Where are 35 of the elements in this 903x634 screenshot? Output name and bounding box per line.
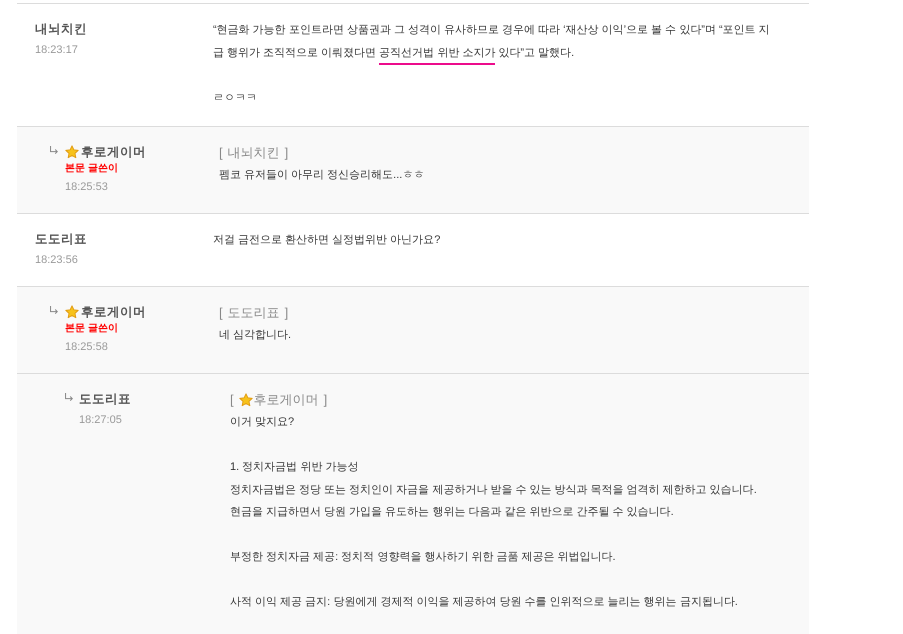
comment-text: 이거 맞지요? [230,415,296,430]
close-bracket: ] [324,390,328,409]
open-bracket: [ [219,144,223,162]
writer-label: 본문 글쓴이 [65,162,118,176]
reply-arrow-icon [65,393,73,401]
comment-time: 18:23:56 [35,253,78,268]
comment-time: 18:25:53 [65,180,108,195]
comment-time: 18:25:58 [65,340,108,355]
comment-text: 1. 정치자금법 위반 가능성 [230,460,360,475]
comment-text: “현금화 가능한 포인트라면 상품권과 그 성격이 유사하므로 경우에 따라 ‘재산상 이익’으로 볼 수 있다”며 “포인트 지급 행위가 조직적으로 이뤄졌다면 공직선거법 위반 소지가 있다”고 말했다. [213,19,775,64]
author-name: 후로게이머 [81,304,146,321]
comment-time: 18:23:17 [35,43,78,58]
reply-target-name: 후로게이머 [254,390,319,409]
open-bracket: [ [219,304,223,322]
author-name: 내뇌치킨 [35,21,87,38]
comment-text: 저걸 금전으로 환산하면 실정법위반 아닌가요? [213,233,442,248]
reply-arrow-icon [50,306,58,314]
comment-text: 펨코 유저들이 아무리 정신승리해도...ㅎㅎ [219,168,426,183]
close-bracket: ] [284,304,288,322]
comment-text: 부정한 정치자금 제공: 정치적 영향력을 행사하기 위한 금품 제공은 위법입니다. [230,550,617,565]
open-bracket: [ [230,390,234,409]
reply-target-name: 도도리표 [228,304,280,322]
reply-target-name: 내뇌치킨 [228,144,280,162]
comment-text: 정치자금법은 정당 또는 정치인이 자금을 제공하거나 받을 수 있는 방식과 목적을 엄격히 제한하고 있습니다. [230,482,758,498]
reply-arrow-icon [50,146,58,154]
author-name: 도도리표 [35,231,87,248]
comment-text: 네 심각합니다. [219,328,292,343]
writer-label: 본문 글쓴이 [65,322,118,336]
comment-text: 사적 이익 제공 금지: 당원에게 경제적 이익을 제공하여 당원 수를 인위적으로 늘리는 행위는 금지됩니다. [230,595,739,610]
author-name: 후로게이머 [81,144,146,161]
author-name: 도도리표 [79,391,131,408]
comment-time: 18:27:05 [79,413,122,428]
comment-text: ㄹㅇㅋㅋ [213,90,258,106]
comment-text: 현금을 지급하면서 당원 가입을 유도하는 행위는 다음과 같은 위반으로 간주될 수 있습니다. [230,505,675,520]
close-bracket: ] [284,144,288,162]
